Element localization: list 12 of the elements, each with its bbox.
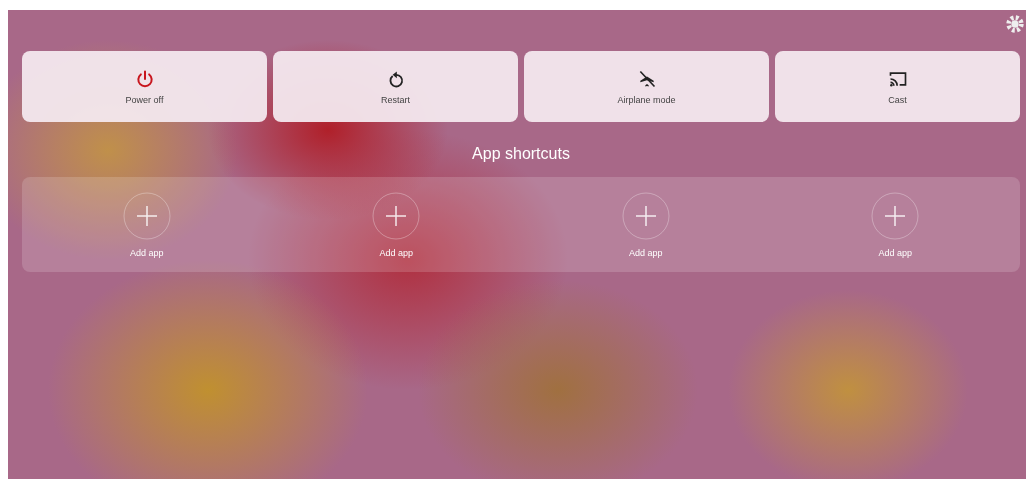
airplane-button[interactable]: Airplane mode	[524, 51, 769, 122]
cast-button[interactable]: Cast	[775, 51, 1020, 122]
section-title: App shortcuts	[471, 145, 571, 163]
plus-icon	[621, 191, 670, 240]
power-button[interactable]: Power off	[22, 51, 267, 122]
plus-icon	[871, 191, 920, 240]
power-icon	[134, 68, 155, 89]
restart-button[interactable]: Restart	[273, 51, 518, 122]
plus-icon	[372, 191, 421, 240]
settings-icon[interactable]	[1004, 13, 1026, 35]
plus-icon	[122, 191, 171, 240]
add-app-button[interactable]: Add app	[271, 177, 521, 272]
